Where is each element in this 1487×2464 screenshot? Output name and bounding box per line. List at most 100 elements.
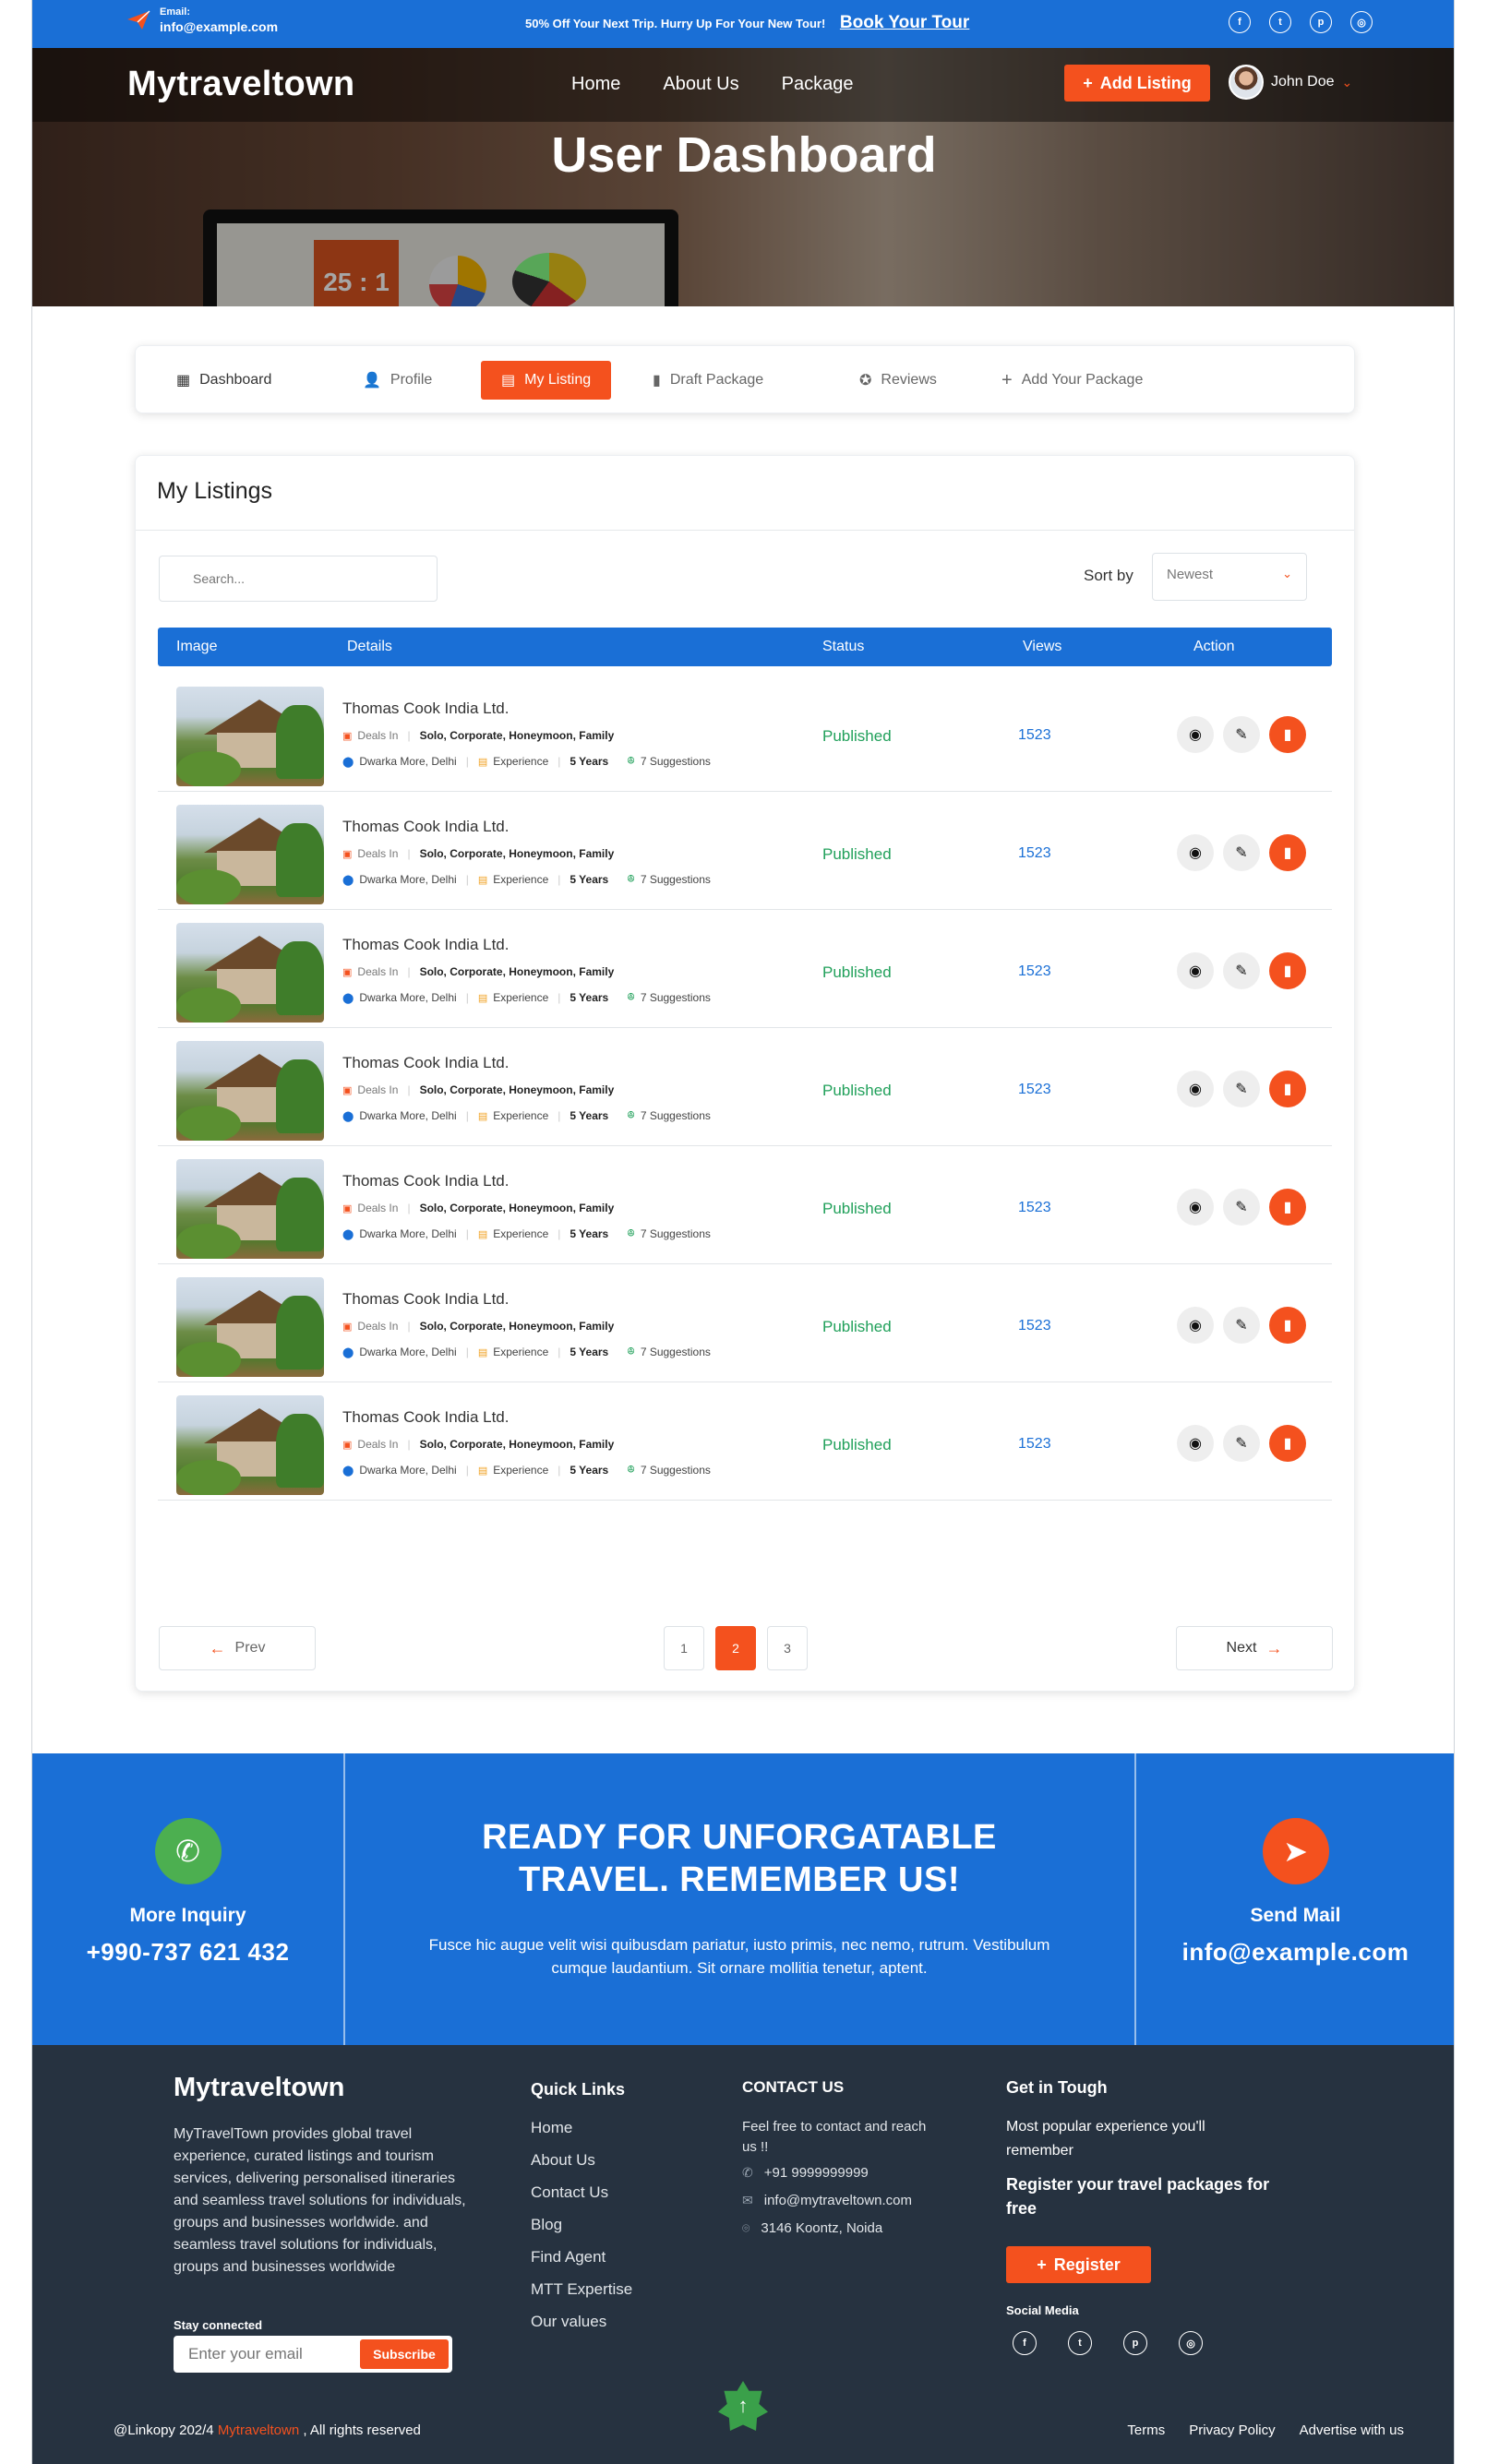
footer-logo[interactable]: Mytraveltown — [174, 2073, 344, 2103]
delete-button[interactable]: ▮ — [1269, 1307, 1306, 1344]
sort-select[interactable]: Newest ⌄ — [1152, 553, 1307, 601]
listing-thumbnail[interactable] — [176, 687, 324, 786]
listing-thumbnail[interactable] — [176, 805, 324, 904]
nav-about[interactable]: About Us — [663, 74, 738, 95]
footer-link-values[interactable]: Our values — [531, 2313, 606, 2331]
page-3-button[interactable]: 3 — [767, 1626, 808, 1670]
page-2-button[interactable]: 2 — [715, 1626, 756, 1670]
delete-button[interactable]: ▮ — [1269, 1071, 1306, 1107]
view-button[interactable]: ◉ — [1177, 716, 1214, 753]
edit-button[interactable]: ✎ — [1223, 1189, 1260, 1226]
twitter-icon[interactable]: t — [1068, 2331, 1092, 2355]
listing-name[interactable]: Thomas Cook India Ltd. — [342, 936, 509, 954]
listing-thumbnail[interactable] — [176, 923, 324, 1023]
delete-button[interactable]: ▮ — [1269, 834, 1306, 871]
footer-link-blog[interactable]: Blog — [531, 2216, 562, 2234]
location-text: Dwarka More, Delhi — [359, 1346, 457, 1358]
mail-value[interactable]: info@example.com — [1135, 1938, 1454, 1967]
nav-home[interactable]: Home — [571, 74, 620, 95]
deals-label: Deals In — [357, 729, 399, 742]
edit-button[interactable]: ✎ — [1223, 1071, 1260, 1107]
table-row: Thomas Cook India Ltd. ▣ Deals In | Solo, Co… — [158, 1264, 1332, 1382]
location-pin-icon: ⬤ — [342, 874, 354, 886]
deals-label: Deals In — [357, 965, 399, 978]
book-tour-link[interactable]: Book Your Tour — [840, 13, 969, 32]
delete-button[interactable]: ▮ — [1269, 952, 1306, 989]
user-menu[interactable]: John Doe ⌄ — [1229, 65, 1352, 100]
delete-button[interactable]: ▮ — [1269, 1425, 1306, 1462]
facebook-icon[interactable]: f — [1013, 2331, 1037, 2355]
pinterest-icon[interactable]: p — [1123, 2331, 1147, 2355]
listing-thumbnail[interactable] — [176, 1395, 324, 1495]
deals-icon: ▣ — [342, 966, 353, 978]
listing-name[interactable]: Thomas Cook India Ltd. — [342, 818, 509, 836]
delete-button[interactable]: ▮ — [1269, 1189, 1306, 1226]
sort-label: Sort by — [1084, 567, 1133, 584]
view-button[interactable]: ◉ — [1177, 1071, 1214, 1107]
arrow-right-icon: → — [1265, 1638, 1283, 1657]
terms-link[interactable]: Terms — [1127, 2422, 1165, 2438]
edit-button[interactable]: ✎ — [1223, 952, 1260, 989]
footer-link-about[interactable]: About Us — [531, 2151, 595, 2170]
listing-name[interactable]: Thomas Cook India Ltd. — [342, 1172, 509, 1190]
tab-add-package[interactable]: + Add Your Package — [1001, 361, 1143, 400]
edit-button[interactable]: ✎ — [1223, 1425, 1260, 1462]
listing-thumbnail[interactable] — [176, 1277, 324, 1377]
instagram-icon[interactable]: ◎ — [1350, 11, 1373, 33]
footer-link-expertise[interactable]: MTT Expertise — [531, 2280, 632, 2299]
subscribe-email-input[interactable] — [175, 2345, 360, 2363]
cta-section: ✆ More Inquiry +990-737 621 432 READY FO… — [32, 1753, 1454, 2045]
view-button[interactable]: ◉ — [1177, 1425, 1214, 1462]
prev-button[interactable]: ← Prev — [159, 1626, 316, 1670]
inquiry-phone[interactable]: +990-737 621 432 — [32, 1938, 343, 1967]
top-email[interactable]: Email: info@example.com — [126, 6, 278, 35]
delete-button[interactable]: ▮ — [1269, 716, 1306, 753]
edit-button[interactable]: ✎ — [1223, 716, 1260, 753]
separator: | — [465, 1464, 469, 1477]
thumbnail-bush — [176, 987, 241, 1023]
tab-my-listing[interactable]: ▤ My Listing — [481, 361, 612, 400]
footer-link-home[interactable]: Home — [531, 2119, 572, 2137]
search-input[interactable] — [159, 556, 438, 602]
pinterest-icon[interactable]: p — [1310, 11, 1332, 33]
facebook-icon[interactable]: f — [1229, 11, 1251, 33]
add-listing-button[interactable]: + Add Listing — [1064, 65, 1210, 102]
instagram-icon[interactable]: ◎ — [1179, 2331, 1203, 2355]
view-button[interactable]: ◉ — [1177, 952, 1214, 989]
contact-title: CONTACT US — [742, 2078, 845, 2096]
listing-thumbnail[interactable] — [176, 1041, 324, 1141]
page-1-button[interactable]: 1 — [664, 1626, 704, 1670]
view-button[interactable]: ◉ — [1177, 834, 1214, 871]
tab-draft-package[interactable]: ▮ Draft Package — [653, 361, 763, 400]
next-button[interactable]: Next → — [1176, 1626, 1333, 1670]
listing-name[interactable]: Thomas Cook India Ltd. — [342, 1290, 509, 1309]
nav-package[interactable]: Package — [782, 74, 854, 95]
listing-name[interactable]: Thomas Cook India Ltd. — [342, 1054, 509, 1072]
advertise-link[interactable]: Advertise with us — [1300, 2422, 1404, 2438]
listing-thumbnail[interactable] — [176, 1159, 324, 1259]
footer-link-contact[interactable]: Contact Us — [531, 2183, 608, 2202]
site-logo[interactable]: Mytraveltown — [127, 65, 354, 104]
tab-profile[interactable]: 👤 Profile — [363, 361, 432, 400]
view-button[interactable]: ◉ — [1177, 1307, 1214, 1344]
edit-button[interactable]: ✎ — [1223, 834, 1260, 871]
contact-phone[interactable]: ✆ +91 9999999999 — [742, 2165, 869, 2181]
listing-name[interactable]: Thomas Cook India Ltd. — [342, 700, 509, 718]
scroll-to-top-button[interactable]: ↑ — [718, 2381, 768, 2431]
copyright-brand-link[interactable]: Mytraveltown — [218, 2422, 299, 2438]
listing-name[interactable]: Thomas Cook India Ltd. — [342, 1408, 509, 1427]
contact-email[interactable]: ✉ info@mytraveltown.com — [742, 2193, 912, 2208]
tab-reviews[interactable]: ✪ Reviews — [859, 361, 937, 400]
footer-link-find-agent[interactable]: Find Agent — [531, 2248, 606, 2267]
view-button[interactable]: ◉ — [1177, 1189, 1214, 1226]
subscribe-button[interactable]: Subscribe — [360, 2339, 449, 2369]
separator: | — [407, 1320, 411, 1333]
twitter-icon[interactable]: t — [1269, 11, 1291, 33]
contact-email-text: info@mytraveltown.com — [763, 2193, 913, 2208]
top-bar: Email: info@example.com 50% Off Your Nex… — [32, 0, 1454, 48]
location-text: Dwarka More, Delhi — [359, 1227, 457, 1240]
tab-dashboard[interactable]: ▦ Dashboard — [176, 361, 271, 400]
edit-button[interactable]: ✎ — [1223, 1307, 1260, 1344]
register-button[interactable]: + Register — [1006, 2246, 1151, 2283]
privacy-link[interactable]: Privacy Policy — [1189, 2422, 1275, 2438]
